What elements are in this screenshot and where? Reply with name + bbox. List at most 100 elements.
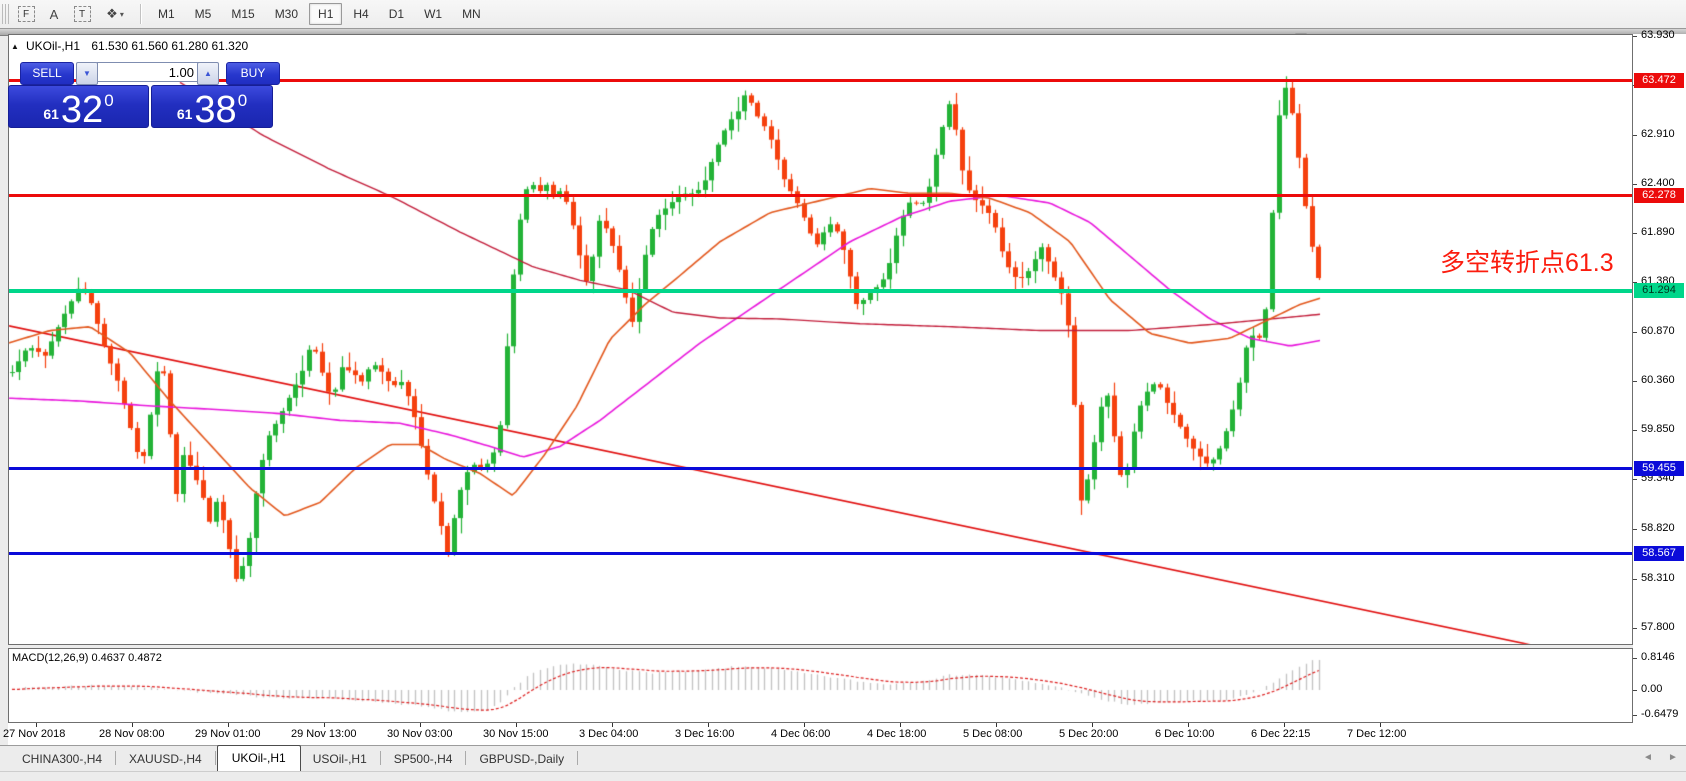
macd-indicator-label: MACD(12,26,9) 0.4637 0.4872 [12,652,162,664]
time-tick-label: 3 Dec 04:00 [579,728,639,740]
time-tick-label: 28 Nov 08:00 [99,728,165,740]
bid-prefix: 61 [43,106,59,122]
time-tick-mark [996,723,997,727]
price-tick-mark [1633,36,1637,37]
time-tick-mark [132,723,133,727]
chart-ohlc-values: 61.530 61.560 61.280 61.320 [91,39,249,53]
time-tick-mark [1380,723,1381,727]
macd-tick-label: -0.6479 [1641,708,1679,721]
time-tick-mark [516,723,517,727]
chart-tab-sp500-h4[interactable]: SP500-,H4 [382,748,465,771]
buy-button[interactable]: BUY [226,62,280,85]
price-tick-mark [1633,479,1637,481]
price-tick-label: 62.910 [1641,127,1675,140]
chart-header: UKOil-,H1 61.530 61.560 61.280 61.320 [26,39,248,53]
price-tick-label: 60.360 [1641,373,1675,386]
price-tick-mark [1633,134,1637,136]
tab-scroll-right-icon[interactable]: ► [1668,752,1678,763]
price-tick-mark [1633,627,1637,629]
price-tick-label: 58.310 [1641,571,1675,584]
time-tick-mark [804,723,805,727]
chart-tab-gbpusd-daily[interactable]: GBPUSD-,Daily [467,748,576,771]
volume-input[interactable] [97,62,199,82]
mt4-window: F A T ❖ ▾ M1M5M15M30H1H4D1W1MN ▲ UKOil-,… [0,0,1686,781]
time-tick-label: 5 Dec 20:00 [1059,728,1119,740]
time-tick-mark [612,723,613,727]
bid-sup: 0 [104,91,114,110]
price-tick-label: 58.820 [1641,522,1675,535]
time-tick-mark [1092,723,1093,727]
volume-increase-button[interactable]: ▲ [197,62,219,85]
time-tick-mark [1188,723,1189,727]
price-tick-label: 63.930 [1641,29,1675,41]
price-level-badge: 58.567 [1634,546,1684,562]
macd-tick-mark [1633,658,1637,659]
price-level-badge: 61.294 [1634,283,1684,299]
tab-separator [214,751,216,765]
time-tick-label: 6 Dec 10:00 [1155,728,1215,740]
chart-tab-usoil-h1[interactable]: USOil-,H1 [301,748,379,771]
price-tick-label: 62.400 [1641,176,1675,189]
sell-button[interactable]: SELL [20,62,74,85]
time-tick-label: 7 Dec 12:00 [1347,728,1407,740]
time-tick-label: 27 Nov 2018 [3,728,66,740]
time-tick-label: 30 Nov 15:00 [483,728,549,740]
time-tick-mark [708,723,709,727]
chart-symbol-title: UKOil-,H1 [26,39,81,53]
tab-separator [577,751,579,765]
time-tick-mark [324,723,325,727]
tab-separator [115,751,117,765]
price-tick-mark [1633,380,1637,382]
time-tick-mark [36,723,37,727]
price-level-badge: 62.278 [1634,188,1684,203]
price-tick-mark [1633,430,1637,431]
chart-tab-ukoil-h1[interactable]: UKOil-,H1 [216,745,301,771]
time-tick-mark [420,723,421,727]
macd-tick-label: 0.8146 [1641,651,1675,663]
time-tick-mark [1284,723,1285,727]
tab-separator [379,751,381,765]
price-tick-mark [1633,331,1637,333]
time-tick-label: 3 Dec 16:00 [675,728,735,740]
time-tick-label: 6 Dec 22:15 [1251,728,1311,740]
price-level-badge: 63.472 [1634,72,1684,88]
bid-main: 32 [60,89,104,131]
time-tick-mark [228,723,229,727]
price-tick-mark [1633,529,1637,531]
price-tick-label: 60.870 [1641,324,1675,337]
tab-separator [465,751,467,765]
ask-main: 38 [194,89,237,131]
ask-price-box[interactable]: 61 38 0 [151,85,273,131]
horizontal-line-59.455[interactable] [9,466,1632,470]
ask-sup: 0 [237,91,248,110]
price-tick-mark [1633,578,1637,580]
chart-tab-bar: CHINA300-,H4 XAUUSD-,H4 UKOil-,H1 USOil-,H1… [0,745,1686,771]
time-tick-label: 4 Dec 18:00 [867,728,927,740]
status-bar [0,771,1686,781]
time-tick-label: 4 Dec 06:00 [771,728,831,740]
ask-prefix: 61 [176,106,193,122]
volume-decrease-button[interactable]: ▼ [76,62,98,85]
time-tick-label: 30 Nov 03:00 [387,728,453,740]
macd-tick-mark [1633,715,1637,717]
collapse-chart-icon[interactable]: ▲ [11,42,19,51]
time-tick-label: 29 Nov 01:00 [195,728,261,740]
chart-tab-xauusd-h4[interactable]: XAUUSD-,H4 [117,748,214,771]
horizontal-line-62.278[interactable] [9,194,1632,197]
horizontal-line-61.294[interactable] [9,288,1632,293]
bid-price-box[interactable]: 61 32 0 [8,85,149,131]
price-tick-mark [1633,183,1637,185]
price-level-badge: 59.455 [1634,460,1684,476]
tab-scroll-left-icon[interactable]: ◄ [1643,752,1653,763]
chart-annotation-text: 多空转折点61.3 [1440,249,1614,277]
price-tick-label: 59.850 [1641,423,1675,435]
macd-tick-mark [1633,690,1637,691]
price-tick-label: 61.890 [1641,226,1675,238]
macd-tick-label: 0.00 [1641,683,1663,695]
price-tick-label: 57.800 [1641,620,1675,633]
horizontal-line-58.567[interactable] [9,552,1632,556]
chart-tab-china300-h4[interactable]: CHINA300-,H4 [10,748,114,771]
time-tick-label: 5 Dec 08:00 [963,728,1023,740]
time-tick-label: 29 Nov 13:00 [291,728,357,740]
time-axis: 27 Nov 2018 28 Nov 08:00 29 Nov 01:00 29 No… [3,723,1686,745]
